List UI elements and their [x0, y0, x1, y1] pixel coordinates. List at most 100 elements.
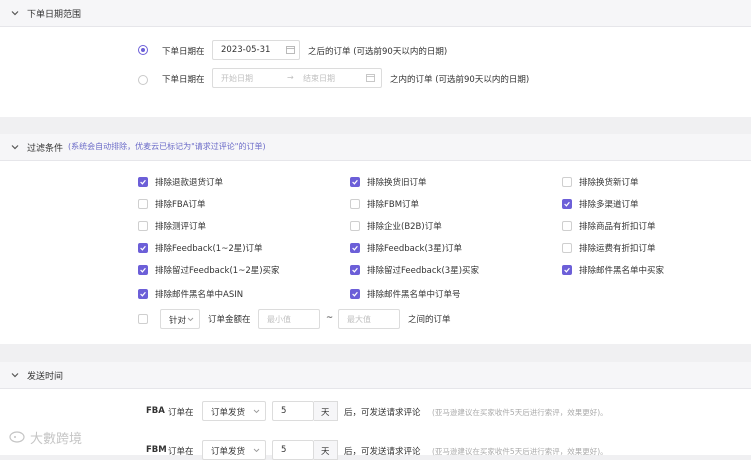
date-after-prefix: 下单日期在 [162, 47, 205, 57]
check-icon [352, 291, 358, 297]
filter-checkbox-label: 排除商品有折扣订单 [579, 222, 656, 232]
amount-min-placeholder: 最小值 [267, 315, 291, 324]
date-range-prefix: 下单日期在 [162, 75, 205, 85]
filter-checkbox-label: 排除退款退货订单 [155, 178, 224, 188]
date-range-suffix: 之内的订单 (可选前90天以内的日期) [390, 75, 530, 85]
fba-days-value: 5 [281, 406, 287, 416]
filter-checkbox-label: 排除FBM订单 [367, 200, 420, 210]
filter-checkbox[interactable] [562, 177, 572, 187]
fba-note: (亚马逊建议在买家收件5天后进行索评，效果更好)。 [432, 408, 608, 417]
filter-hint: (系统会自动排除，优麦云已标记为"请求过评论"的订单) [68, 142, 266, 151]
fbm-order-label: 订单在 [168, 447, 194, 457]
date-after-radio[interactable] [138, 45, 148, 55]
amount-suffix: 之间的订单 [408, 315, 451, 325]
date-range-header[interactable]: 下单日期范围 [0, 0, 751, 27]
filter-checkbox-label: 排除邮件黑名单中ASIN [155, 290, 244, 300]
filter-header[interactable]: 过滤条件 (系统会自动排除，优麦云已标记为"请求过评论"的订单) [0, 134, 751, 161]
filter-checkbox-label: 排除换货新订单 [579, 178, 639, 188]
chevron-down-icon [253, 448, 260, 453]
filter-title: 过滤条件 [27, 144, 64, 154]
check-icon [352, 267, 358, 273]
filter-checkbox[interactable] [350, 289, 360, 299]
start-date-placeholder[interactable]: 开始日期 [221, 73, 253, 84]
filter-checkbox-label: 排除留过Feedback(3星)买家 [367, 266, 480, 276]
fba-trigger-value: 订单发货 [211, 408, 246, 418]
chevron-down-icon [11, 373, 19, 378]
fba-trigger-select[interactable]: 订单发货 [202, 401, 266, 421]
filter-checkbox[interactable] [350, 243, 360, 253]
filter-checkbox[interactable] [350, 221, 360, 231]
filter-checkbox[interactable] [350, 265, 360, 275]
filter-checkbox[interactable] [138, 177, 148, 187]
check-icon [140, 179, 146, 185]
filter-checkbox-label: 排除邮件黑名单中订单号 [367, 290, 461, 300]
fbm-trigger-value: 订单发货 [211, 447, 246, 457]
fbm-days-input[interactable]: 5 [272, 440, 314, 460]
calendar-icon [366, 74, 375, 82]
filter-section: 过滤条件 (系统会自动排除，优麦云已标记为"请求过评论"的订单) 针对 订单金额… [0, 134, 751, 344]
filter-checkbox-label: 排除企业(B2B)订单 [367, 222, 442, 232]
check-icon [564, 267, 570, 273]
send-time-header[interactable]: 发送时间 [0, 362, 751, 389]
calendar-icon [286, 46, 295, 54]
chevron-down-icon [253, 409, 260, 414]
date-after-value: 2023-05-31 [221, 45, 271, 55]
date-range-input[interactable]: 开始日期 → 结束日期 [212, 68, 382, 88]
fbm-days-unit: 天 [314, 440, 338, 460]
filter-checkbox-label: 排除留过Feedback(1~2星)买家 [155, 266, 280, 276]
fba-days-input[interactable]: 5 [272, 401, 314, 421]
amount-tilde: ~ [326, 313, 334, 323]
amount-target-select[interactable]: 针对 [160, 309, 200, 329]
amount-max-input[interactable]: 最大值 [338, 309, 400, 329]
amount-label: 订单金额在 [208, 315, 251, 325]
check-icon [564, 201, 570, 207]
check-icon [140, 291, 146, 297]
send-time-section: 发送时间 FBA 订单在 订单发货 5 天 后，可发送请求评论 (亚马逊建议在买… [0, 362, 751, 460]
filter-checkbox[interactable] [138, 243, 148, 253]
check-icon [352, 245, 358, 251]
filter-checkbox[interactable] [138, 289, 148, 299]
fbm-unit-text: 天 [321, 447, 330, 457]
end-date-placeholder[interactable]: 结束日期 [303, 73, 335, 84]
fba-channel-label: FBA [146, 406, 165, 416]
check-icon [140, 245, 146, 251]
filter-checkbox[interactable] [562, 221, 572, 231]
fbm-suffix: 后，可发送请求评论 [344, 447, 421, 457]
filter-checkbox[interactable] [350, 177, 360, 187]
filter-checkbox[interactable] [138, 221, 148, 231]
amount-filter-checkbox[interactable] [138, 314, 148, 324]
date-after-input[interactable]: 2023-05-31 [212, 40, 300, 60]
fba-unit-text: 天 [321, 408, 330, 418]
filter-checkbox[interactable] [138, 265, 148, 275]
filter-checkbox-label: 排除多渠道订单 [579, 200, 639, 210]
chevron-down-icon [11, 11, 19, 16]
filter-checkbox-label: 排除换货旧订单 [367, 178, 427, 188]
fba-order-label: 订单在 [168, 408, 194, 418]
chevron-down-icon [187, 317, 194, 322]
amount-max-placeholder: 最大值 [347, 315, 371, 324]
fbm-channel-label: FBM [146, 445, 167, 455]
range-arrow: → [287, 73, 294, 82]
fba-suffix: 后，可发送请求评论 [344, 408, 421, 418]
fbm-note: (亚马逊建议在买家收件5天后进行索评，效果更好)。 [432, 447, 608, 456]
filter-checkbox-label: 排除FBA订单 [155, 200, 206, 210]
fba-days-unit: 天 [314, 401, 338, 421]
filter-checkbox[interactable] [562, 199, 572, 209]
filter-checkbox-label: 排除Feedback(1~2星)订单 [155, 244, 263, 254]
filter-checkbox-label: 排除测评订单 [155, 222, 207, 232]
watermark: 大數跨境 [30, 432, 83, 447]
filter-checkbox[interactable] [562, 243, 572, 253]
watermark-logo-icon [9, 431, 25, 443]
filter-checkbox[interactable] [562, 265, 572, 275]
amount-min-input[interactable]: 最小值 [258, 309, 320, 329]
chevron-down-icon [11, 145, 19, 150]
filter-checkbox[interactable] [350, 199, 360, 209]
filter-checkbox[interactable] [138, 199, 148, 209]
amount-target-value: 针对 [169, 316, 187, 326]
fbm-trigger-select[interactable]: 订单发货 [202, 440, 266, 460]
date-after-suffix: 之后的订单 (可选前90天以内的日期) [308, 47, 448, 57]
date-range-title: 下单日期范围 [27, 10, 82, 20]
filter-checkbox-label: 排除运费有折扣订单 [579, 244, 656, 254]
check-icon [140, 267, 146, 273]
date-range-radio[interactable] [138, 75, 148, 85]
